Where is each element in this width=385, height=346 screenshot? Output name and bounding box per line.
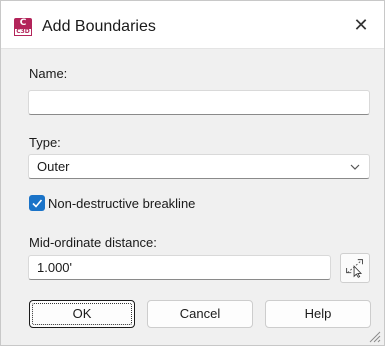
mid-ordinate-label: Mid-ordinate distance: [29,235,157,250]
close-button[interactable]: ✕ [346,13,376,39]
help-button-label: Help [304,306,332,321]
non-destructive-checkbox[interactable] [29,195,45,211]
type-label: Type: [29,135,61,150]
name-field[interactable] [28,90,370,115]
dialog-title: Add Boundaries [42,18,156,35]
cancel-button[interactable]: Cancel [147,300,253,328]
mid-ordinate-input[interactable] [29,256,330,279]
non-destructive-label[interactable]: Non-destructive breakline [48,196,195,212]
mid-ordinate-field[interactable] [28,255,331,280]
ok-button-label: OK [72,306,92,321]
help-button[interactable]: Help [265,300,371,328]
add-boundaries-dialog: C C3D Add Boundaries ✕ Name: Type: Outer… [0,0,385,346]
civil3d-app-icon: C C3D [14,18,32,36]
name-input[interactable] [29,91,369,114]
chevron-down-icon [350,164,360,170]
pick-distance-button[interactable] [340,253,370,283]
type-dropdown[interactable]: Outer [28,154,370,179]
name-label: Name: [29,66,68,81]
close-icon: ✕ [353,15,369,36]
type-selected-value: Outer [37,159,70,174]
resize-grip-icon[interactable] [367,329,381,343]
pick-distance-icon [346,259,363,278]
title-bar[interactable]: C C3D Add Boundaries ✕ [1,1,384,49]
checkmark-icon [32,199,43,208]
cancel-button-label: Cancel [179,306,221,321]
ok-button[interactable]: OK [29,300,135,328]
